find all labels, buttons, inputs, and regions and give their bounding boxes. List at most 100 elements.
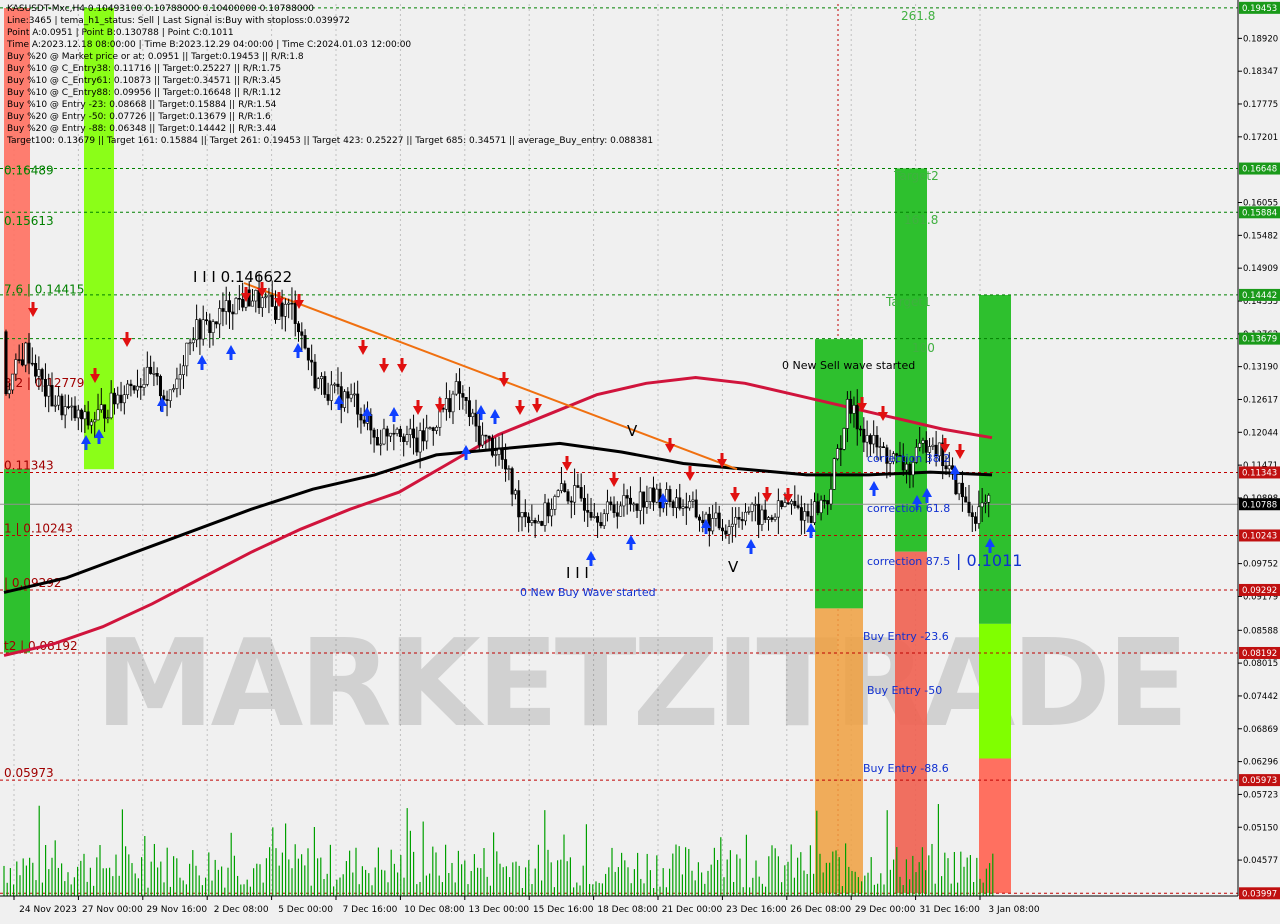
candle-body bbox=[300, 331, 304, 336]
candle-body bbox=[671, 501, 675, 508]
candle-body bbox=[477, 425, 481, 446]
chart[interactable]: MARKETZITRADE 0.16489 0.15613 7.6 | 0.1441… bbox=[0, 0, 1280, 920]
info-line: Buy %10 @ C_Entry88: 0.09956 || Target:0… bbox=[7, 88, 282, 98]
candle-body bbox=[655, 488, 659, 503]
candle-body bbox=[37, 369, 41, 377]
candle-body bbox=[743, 511, 747, 522]
candle-body bbox=[592, 516, 596, 518]
candle-body bbox=[513, 490, 517, 495]
candle-body bbox=[882, 446, 886, 448]
price-highlight-label: 0.03997 bbox=[1242, 889, 1277, 899]
price-highlight-label: 0.19453 bbox=[1242, 4, 1277, 14]
candle-body bbox=[20, 359, 24, 366]
candle-body bbox=[809, 515, 813, 523]
time-tick-label: 18 Dec 08:00 bbox=[597, 905, 658, 915]
candle-body bbox=[316, 378, 320, 389]
candle-body bbox=[651, 487, 655, 503]
candle-body bbox=[694, 499, 698, 518]
candle-body bbox=[83, 411, 87, 420]
candle-body bbox=[980, 502, 984, 508]
candle-body bbox=[845, 399, 849, 429]
annotation-label: V bbox=[728, 558, 739, 576]
left-level-label: 1 | 0.10243 bbox=[4, 521, 73, 535]
candle-body bbox=[398, 428, 402, 437]
candle-body bbox=[737, 516, 741, 520]
candle-body bbox=[119, 394, 123, 404]
candle-body bbox=[875, 434, 879, 448]
candle-body bbox=[385, 428, 389, 437]
candle-body bbox=[750, 503, 754, 512]
info-line: Buy %20 @ Market price or at: 0.0951 || … bbox=[7, 52, 304, 62]
candle-body bbox=[714, 512, 718, 519]
candle-body bbox=[99, 404, 103, 411]
left-level-label: | 0.09292 bbox=[4, 576, 61, 590]
candle-body bbox=[569, 500, 573, 503]
candle-body bbox=[967, 501, 971, 513]
candle-body bbox=[293, 302, 297, 324]
candle-body bbox=[73, 405, 77, 419]
candle-body bbox=[819, 499, 823, 514]
candle-body bbox=[53, 404, 57, 407]
candle-body bbox=[773, 516, 777, 520]
candle-body bbox=[855, 404, 859, 430]
candle-body bbox=[352, 393, 356, 396]
candle-body bbox=[816, 501, 820, 514]
candle-body bbox=[504, 459, 508, 470]
candle-body bbox=[908, 463, 912, 476]
info-line: Buy %20 @ Entry -50: 0.07726 || Target:0… bbox=[7, 112, 271, 122]
candle-body bbox=[688, 501, 692, 509]
candle-body bbox=[668, 489, 672, 502]
candle-body bbox=[254, 290, 258, 302]
candle-body bbox=[234, 297, 238, 315]
candle-body bbox=[579, 487, 583, 499]
candle-body bbox=[224, 300, 228, 312]
price-tick-label: 0.18347 bbox=[1243, 67, 1278, 77]
candle-body bbox=[395, 428, 399, 434]
info-line: Time A:2023.12.18 08:00:00 | Time B:2023… bbox=[7, 40, 412, 50]
price-tick-label: 0.12617 bbox=[1243, 395, 1278, 405]
info-line: Buy %20 @ Entry -88: 0.06348 || Target:0… bbox=[7, 124, 277, 134]
left-level-label: 0.05973 bbox=[4, 766, 54, 780]
candle-body bbox=[14, 359, 18, 375]
candle-body bbox=[556, 490, 560, 497]
candle-body bbox=[481, 434, 485, 446]
price-highlight-label: 0.08192 bbox=[1242, 649, 1277, 659]
candle-body bbox=[280, 302, 284, 317]
candle-body bbox=[740, 519, 744, 522]
candle-body bbox=[63, 406, 67, 416]
time-tick-label: 29 Dec 00:00 bbox=[855, 905, 916, 915]
annotation-label: 261.8 bbox=[901, 9, 935, 23]
price-tick-label: 0.18920 bbox=[1243, 34, 1278, 44]
price-highlight-label: 0.05973 bbox=[1242, 776, 1277, 786]
left-level-label: 0.15613 bbox=[4, 214, 54, 228]
candle-body bbox=[362, 419, 366, 424]
candle-body bbox=[921, 440, 925, 444]
candle-body bbox=[859, 428, 863, 431]
candle-body bbox=[116, 394, 120, 405]
time-tick-label: 2 Dec 08:00 bbox=[214, 905, 269, 915]
candle-body bbox=[763, 509, 767, 520]
candle-body bbox=[947, 465, 951, 470]
price-tick-label: 0.07442 bbox=[1243, 692, 1278, 702]
price-tick-label: 0.13190 bbox=[1243, 363, 1278, 373]
annotation-label: 0 New Sell wave started bbox=[782, 359, 915, 372]
candle-body bbox=[780, 500, 784, 508]
candle-body bbox=[188, 342, 192, 345]
candle-body bbox=[707, 513, 711, 532]
annotation-label: Buy Entry -23.6 bbox=[863, 630, 949, 643]
candle-body bbox=[290, 302, 294, 305]
candle-body bbox=[158, 375, 162, 397]
price-highlight-label: 0.15884 bbox=[1242, 208, 1277, 218]
candle-body bbox=[599, 522, 603, 527]
candle-body bbox=[201, 319, 205, 340]
annotation-label: I I I 0.146622 bbox=[193, 268, 292, 286]
candle-body bbox=[790, 500, 794, 505]
candle-body bbox=[145, 366, 149, 385]
candle-body bbox=[103, 404, 107, 419]
candle-body bbox=[198, 319, 202, 340]
candle-body bbox=[635, 503, 639, 511]
candle-body bbox=[760, 509, 764, 525]
candle-body bbox=[185, 342, 189, 367]
candle-body bbox=[464, 396, 468, 401]
candle-body bbox=[826, 500, 830, 505]
